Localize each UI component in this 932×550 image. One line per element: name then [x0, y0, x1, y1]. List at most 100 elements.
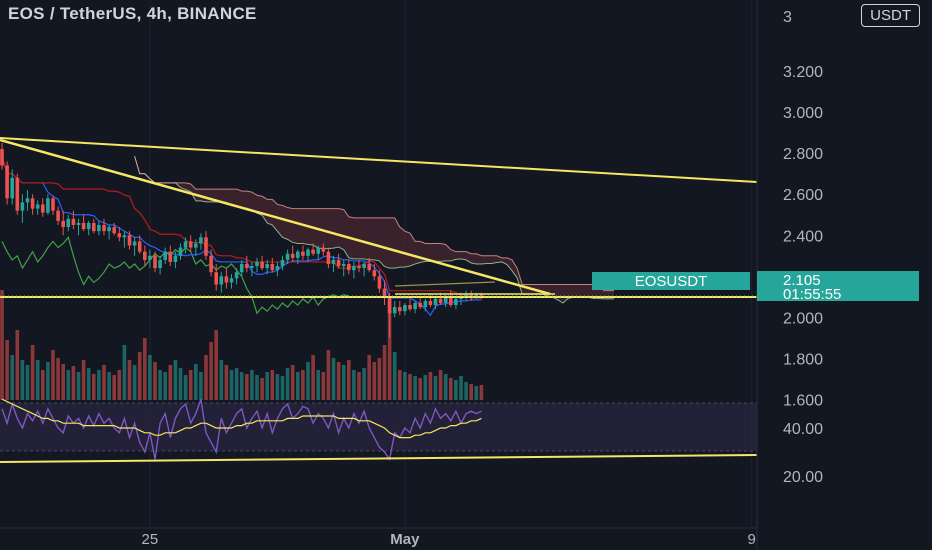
- candle-body[interactable]: [219, 276, 224, 285]
- candle-body[interactable]: [280, 259, 285, 267]
- candle-body[interactable]: [122, 235, 127, 238]
- candle-body[interactable]: [61, 220, 65, 228]
- candle-body[interactable]: [10, 177, 14, 199]
- candle-body[interactable]: [392, 307, 397, 314]
- candle-body[interactable]: [188, 241, 193, 248]
- candle-body[interactable]: [290, 253, 295, 258]
- candle-body[interactable]: [326, 251, 331, 264]
- candle-body[interactable]: [234, 272, 239, 279]
- candle-body[interactable]: [336, 259, 341, 267]
- candle-body[interactable]: [316, 247, 320, 254]
- candle-body[interactable]: [97, 225, 101, 232]
- candle-body[interactable]: [143, 251, 147, 260]
- candle-body[interactable]: [403, 305, 407, 312]
- candle-body[interactable]: [81, 222, 86, 230]
- candle-body[interactable]: [132, 241, 137, 246]
- candle-body[interactable]: [377, 276, 382, 289]
- candle-body[interactable]: [438, 298, 443, 303]
- candle-body[interactable]: [56, 210, 60, 221]
- candle-body[interactable]: [168, 251, 173, 262]
- candle-body[interactable]: [331, 259, 336, 264]
- candle-body[interactable]: [127, 235, 132, 246]
- candle-body[interactable]: [301, 251, 305, 256]
- volume-bar: [280, 376, 285, 400]
- candle-body[interactable]: [76, 222, 81, 225]
- candle-body[interactable]: [418, 303, 422, 308]
- candle-body[interactable]: [321, 247, 326, 252]
- candle-body[interactable]: [30, 198, 35, 209]
- candle-body[interactable]: [387, 296, 392, 314]
- candle-body[interactable]: [35, 204, 40, 209]
- candle-body[interactable]: [20, 202, 25, 211]
- candle-body[interactable]: [347, 264, 351, 271]
- candle-body[interactable]: [239, 264, 244, 273]
- candle-body[interactable]: [204, 237, 208, 256]
- candle-body[interactable]: [408, 305, 412, 310]
- candle-body[interactable]: [66, 218, 71, 228]
- volume-bar: [127, 360, 132, 400]
- candle-body[interactable]: [413, 303, 417, 310]
- candle-body[interactable]: [51, 198, 55, 211]
- candle-body[interactable]: [260, 261, 264, 269]
- volume-bar: [306, 362, 310, 400]
- candle-body[interactable]: [214, 272, 218, 285]
- candle-body[interactable]: [15, 177, 20, 211]
- candle-body[interactable]: [5, 165, 9, 199]
- candle-body[interactable]: [199, 237, 203, 244]
- volume-bar: [219, 360, 224, 400]
- candle-body[interactable]: [194, 243, 198, 248]
- candle-body[interactable]: [367, 264, 371, 271]
- candle-body[interactable]: [163, 251, 167, 260]
- chart-canvas[interactable]: 3.2003.0002.8002.6002.4002.2002.0001.800…: [0, 0, 932, 550]
- candle-body[interactable]: [71, 218, 76, 225]
- candle-body[interactable]: [255, 261, 259, 267]
- candle-body[interactable]: [433, 298, 438, 306]
- candle-body[interactable]: [148, 255, 152, 260]
- candle-body[interactable]: [86, 222, 91, 230]
- candle-body[interactable]: [137, 241, 142, 252]
- candle-body[interactable]: [25, 198, 30, 203]
- candle-body[interactable]: [183, 241, 188, 248]
- candle-body[interactable]: [428, 300, 433, 306]
- candle-body[interactable]: [209, 255, 213, 273]
- volume-bar: [362, 368, 366, 400]
- candle-body[interactable]: [311, 249, 315, 254]
- candle-body[interactable]: [102, 225, 106, 232]
- candle-body[interactable]: [46, 198, 50, 213]
- candle-body[interactable]: [270, 264, 275, 271]
- unit-currency-badge[interactable]: USDT: [861, 4, 920, 27]
- candle-body[interactable]: [423, 300, 428, 308]
- candle-body[interactable]: [362, 264, 366, 269]
- candle-body[interactable]: [153, 255, 157, 269]
- candle-body[interactable]: [178, 247, 183, 256]
- candle-body[interactable]: [306, 249, 310, 256]
- candle-body[interactable]: [398, 307, 402, 312]
- candle-body[interactable]: [265, 264, 269, 269]
- candle-body[interactable]: [285, 253, 290, 260]
- candle-body[interactable]: [0, 149, 4, 166]
- candle-body[interactable]: [296, 251, 300, 258]
- candle-body[interactable]: [250, 266, 254, 269]
- candle-body[interactable]: [352, 266, 356, 271]
- candle-body[interactable]: [117, 233, 122, 238]
- candle-body[interactable]: [92, 222, 96, 232]
- price-tick-label: 1.800: [783, 351, 823, 368]
- candle-body[interactable]: [341, 264, 346, 267]
- candle-body[interactable]: [41, 204, 45, 213]
- candle-body[interactable]: [357, 266, 361, 269]
- candle-body[interactable]: [275, 266, 280, 271]
- candle-body[interactable]: [449, 296, 453, 306]
- candle-body[interactable]: [158, 259, 162, 269]
- candle-body[interactable]: [454, 298, 458, 306]
- candle-body[interactable]: [372, 270, 377, 277]
- candle-body[interactable]: [173, 255, 178, 262]
- candle-body[interactable]: [112, 227, 116, 234]
- candle-body[interactable]: [229, 278, 234, 283]
- bar-countdown: 01:55:55: [783, 286, 841, 303]
- candle-body[interactable]: [107, 227, 111, 232]
- volume-bar: [260, 378, 264, 400]
- volume-bar: [285, 368, 290, 400]
- candle-body[interactable]: [245, 264, 249, 269]
- candle-body[interactable]: [224, 276, 229, 283]
- volume-bar: [199, 372, 203, 400]
